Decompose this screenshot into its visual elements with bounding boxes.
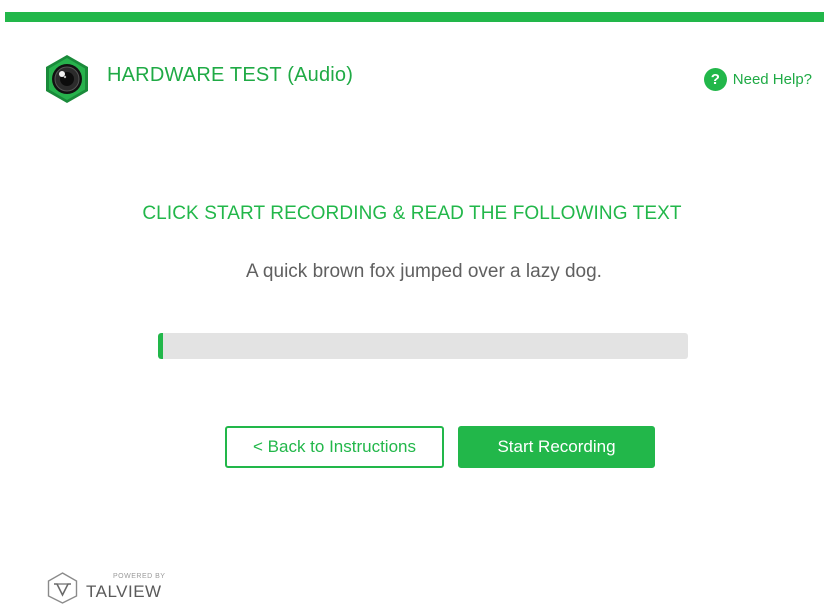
header: HARDWARE TEST (Audio) ? Need Help? (42, 54, 812, 104)
footer-branding: POWERED BY TALVIEW (47, 572, 165, 604)
help-label: Need Help? (732, 71, 812, 88)
powered-by-label: POWERED BY (113, 573, 166, 580)
help-link[interactable]: ? Need Help? (703, 68, 812, 91)
question-circle-icon: ? (703, 68, 727, 91)
instruction-heading: CLICK START RECORDING & READ THE FOLLOWI… (142, 203, 682, 224)
back-to-instructions-button[interactable]: < Back to Instructions (225, 426, 444, 468)
recording-progress-fill (158, 333, 164, 359)
brand-name: TALVIEW (86, 582, 162, 601)
talview-logo-icon (47, 572, 78, 604)
text-to-read: A quick brown fox jumped over a lazy dog… (246, 261, 602, 282)
hardware-test-page: HARDWARE TEST (Audio) ? Need Help? CLICK… (0, 0, 824, 607)
page-title: HARDWARE TEST (Audio) (107, 64, 354, 86)
top-accent-bar (5, 12, 824, 22)
start-recording-button[interactable]: Start Recording (458, 426, 655, 468)
recording-progress-bar (158, 333, 688, 359)
camera-lens-icon (46, 55, 88, 103)
